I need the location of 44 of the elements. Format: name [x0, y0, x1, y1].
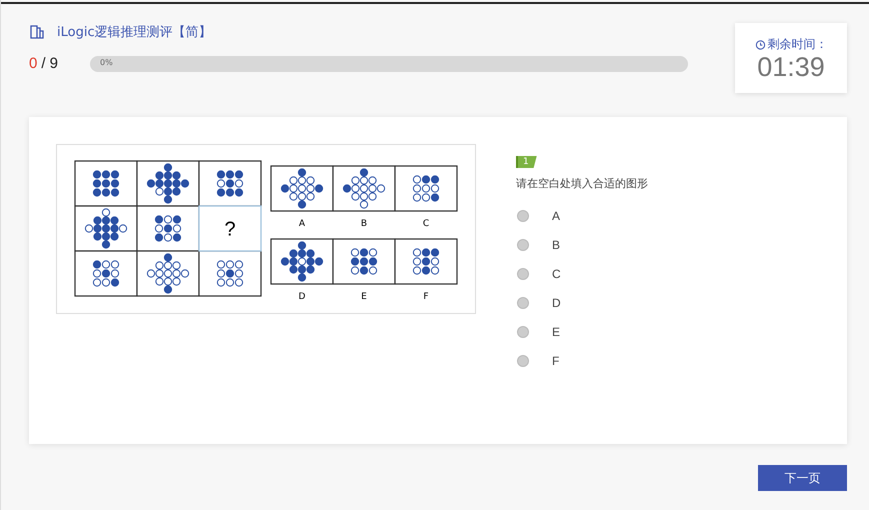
radio-button[interactable]: [517, 268, 529, 280]
radio-button[interactable]: [517, 326, 529, 338]
dot-pattern-drawing: [92, 170, 120, 197]
blank-cell: [198, 205, 262, 252]
option-label[interactable]: B: [552, 238, 560, 252]
timer-label: 剩余时间：: [768, 36, 828, 53]
question-mark: ?: [224, 218, 236, 240]
next-page-button[interactable]: 下一页: [758, 465, 847, 491]
radio-button[interactable]: [517, 210, 529, 222]
test-title: iLogic逻辑推理测评【简】: [57, 24, 212, 41]
progress-percent: 0%: [100, 58, 113, 66]
dot-pattern-drawing: [412, 248, 440, 275]
dot-pattern-drawing: [280, 241, 324, 282]
dot-pattern-drawing: [412, 175, 440, 202]
question-text: 请在空白处填入合适的图形: [516, 176, 648, 191]
option-letter: D: [298, 292, 306, 302]
radio-button[interactable]: [517, 354, 529, 366]
radio-button[interactable]: [517, 238, 529, 250]
option-letter: F: [423, 292, 429, 302]
option-label[interactable]: C: [552, 266, 561, 280]
dot-pattern-drawing: [154, 215, 182, 242]
option-letter: C: [422, 219, 430, 229]
dot-pattern-drawing: [146, 253, 190, 294]
option-label[interactable]: A: [552, 208, 560, 222]
dot-pattern-drawing: [146, 163, 190, 204]
option-label[interactable]: D: [552, 296, 561, 310]
dot-pattern-drawing: [92, 260, 120, 287]
dot-pattern-drawing: [216, 260, 244, 287]
total-count: / 9: [41, 55, 58, 72]
question-number-badge: 1: [516, 156, 537, 168]
option-letter: E: [361, 292, 367, 302]
option-letter: B: [360, 219, 368, 229]
dot-pattern-drawing: [84, 208, 128, 249]
dot-pattern-drawing: [280, 168, 324, 209]
option-letter: A: [298, 219, 306, 229]
timer-value: 01:39: [757, 53, 825, 83]
clock-icon: [754, 39, 766, 50]
dot-pattern-drawing: [216, 170, 244, 197]
answered-count: 0: [29, 55, 38, 72]
dot-pattern-drawing: [342, 168, 386, 209]
option-label[interactable]: F: [552, 354, 560, 368]
radio-button[interactable]: [517, 296, 529, 308]
dot-pattern-drawing: [350, 248, 378, 275]
option-label[interactable]: E: [552, 324, 560, 338]
